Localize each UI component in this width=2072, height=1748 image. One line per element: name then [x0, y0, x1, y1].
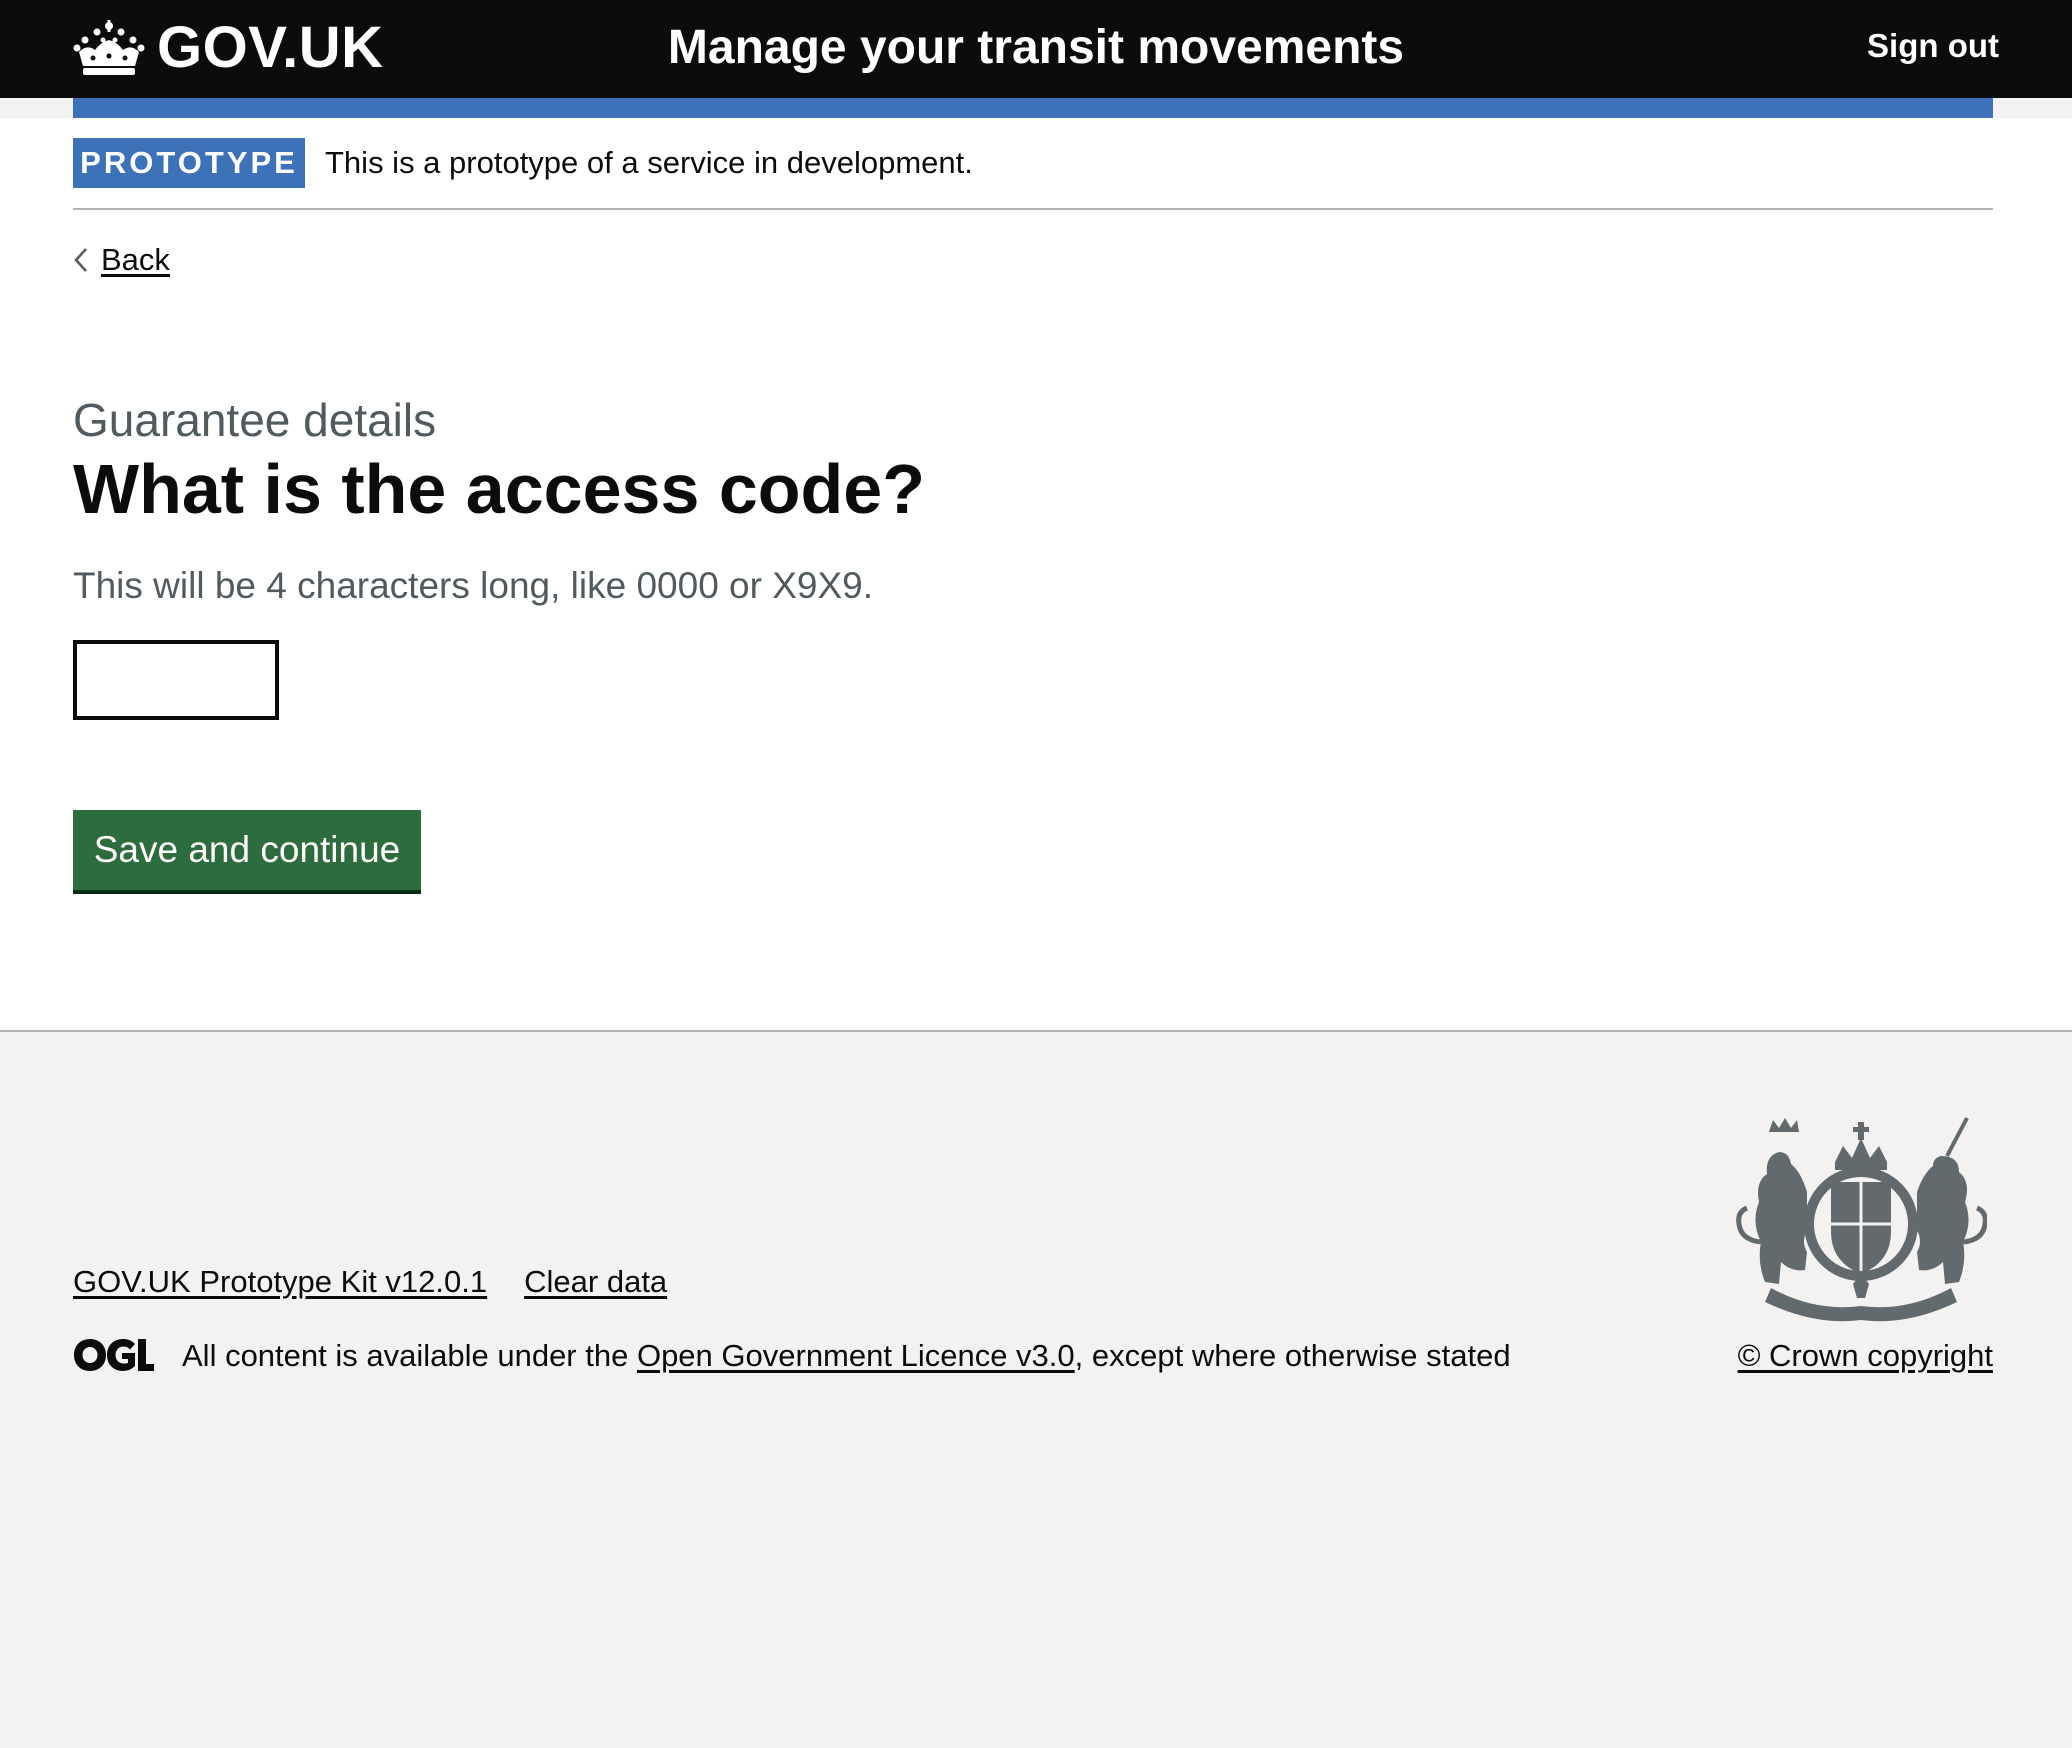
chevron-left-icon	[74, 248, 87, 272]
back-link-label: Back	[101, 242, 170, 277]
input-hint: This will be 4 characters long, like 000…	[73, 565, 874, 606]
phase-tag: PROTOTYPE	[73, 138, 305, 188]
page-title: What is the access code?	[73, 450, 925, 528]
access-code-input[interactable]	[73, 640, 279, 720]
phase-banner-text: This is a prototype of a service in deve…	[325, 145, 973, 180]
ogl-logo-icon	[74, 1339, 154, 1371]
crown-copyright-link[interactable]: © Crown copyright	[1738, 1334, 1993, 1378]
header-blue-bar	[73, 98, 1993, 118]
site-footer: GOV.UK Prototype Kit v12.0.1 Clear data …	[0, 1030, 2072, 1748]
royal-coat-of-arms-icon	[1736, 1117, 1987, 1322]
site-header: GOV.UK Manage your transit movements Sig…	[0, 0, 2072, 98]
page-caption: Guarantee details	[73, 394, 437, 446]
back-link[interactable]: Back	[73, 240, 170, 280]
licence-prefix: All content is available under the	[182, 1338, 637, 1373]
open-government-licence-link[interactable]: Open Government Licence v3.0	[637, 1338, 1075, 1373]
save-and-continue-button[interactable]: Save and continue	[73, 810, 421, 890]
clear-data-link[interactable]: Clear data	[524, 1260, 667, 1304]
phase-banner: PROTOTYPE This is a prototype of a servi…	[73, 138, 1993, 210]
footer-links: GOV.UK Prototype Kit v12.0.1 Clear data	[73, 1260, 667, 1304]
sign-out-link[interactable]: Sign out	[1867, 24, 1999, 68]
service-name-link[interactable]: Manage your transit movements	[0, 18, 2072, 78]
prototype-kit-link[interactable]: GOV.UK Prototype Kit v12.0.1	[73, 1260, 487, 1304]
licence-suffix: , except where otherwise stated	[1074, 1338, 1511, 1373]
licence-text: All content is available under the Open …	[182, 1334, 1511, 1378]
